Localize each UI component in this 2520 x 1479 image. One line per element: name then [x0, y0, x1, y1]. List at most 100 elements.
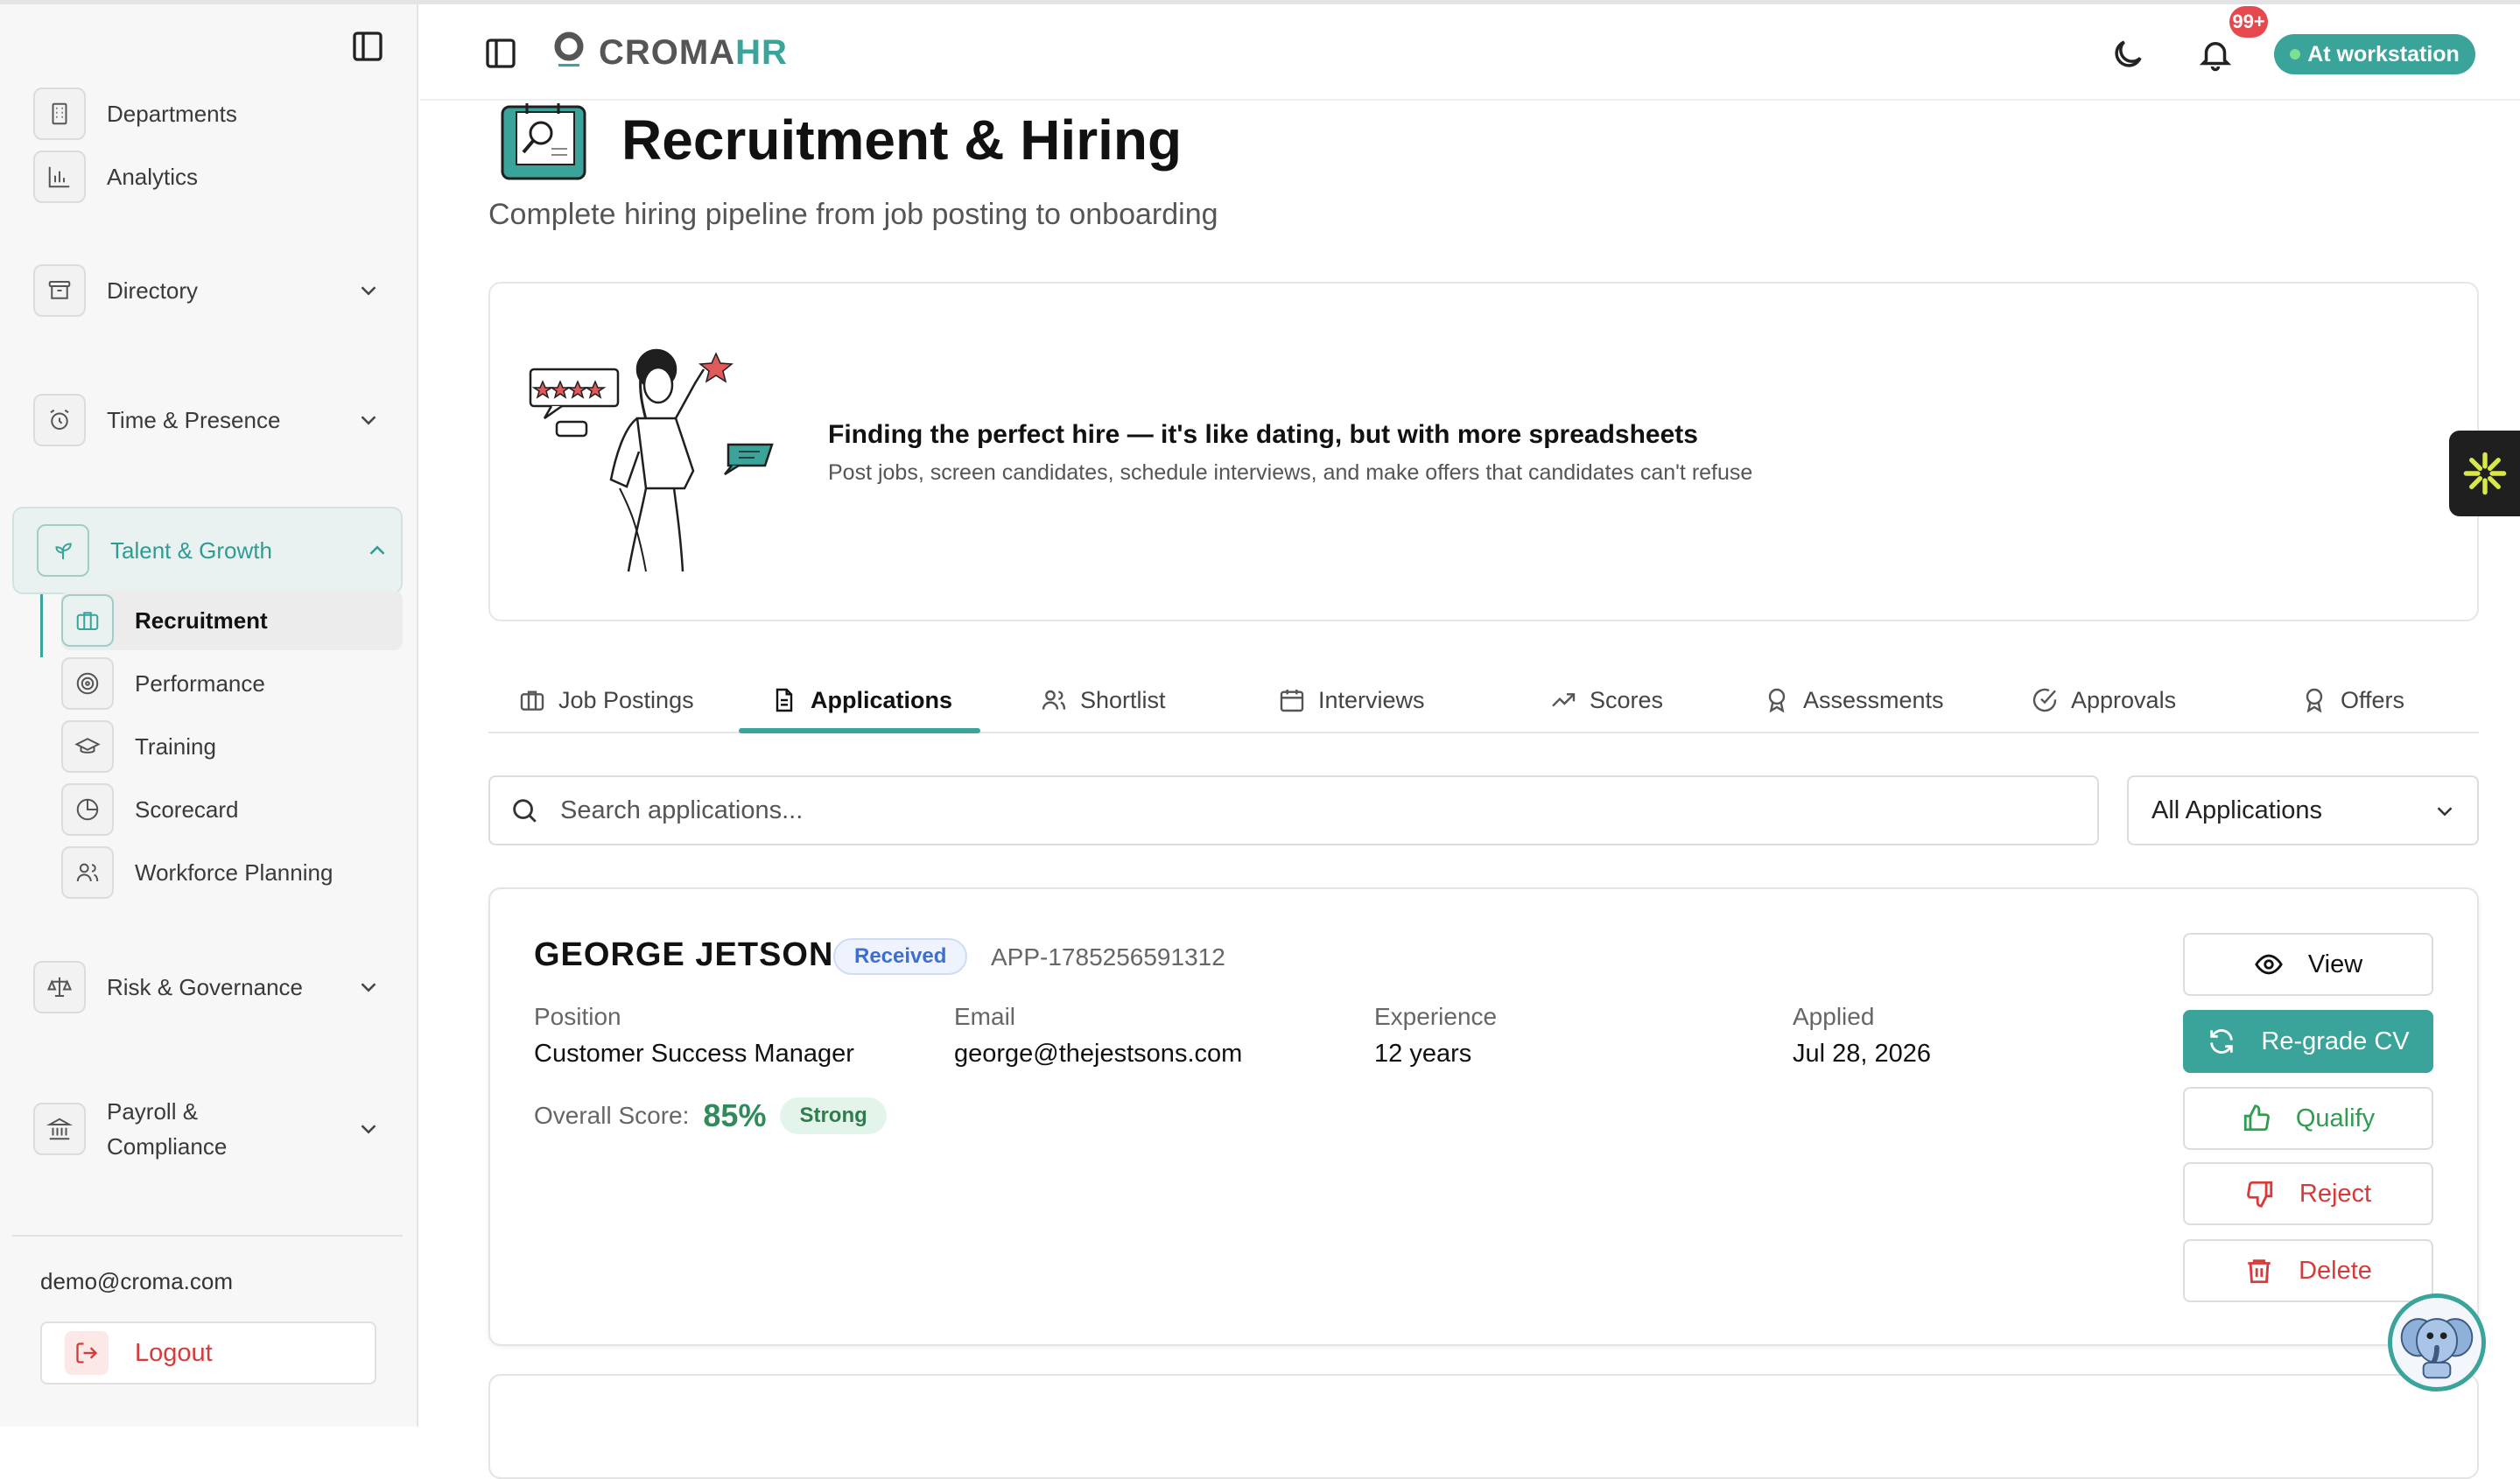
search-input[interactable] — [560, 796, 2048, 825]
trending-up-icon — [1552, 693, 1576, 707]
sidebar-item-label: Analytics — [107, 164, 199, 190]
field-label: Applied — [1793, 1003, 1875, 1030]
application-id: APP-1785256591312 — [991, 943, 1225, 971]
chevron-down-icon — [361, 983, 376, 992]
award-icon — [2306, 688, 2323, 713]
search-icon — [513, 799, 537, 823]
sidebar-item-analytics[interactable]: Analytics — [33, 144, 392, 209]
delete-button[interactable]: Delete — [2183, 1239, 2433, 1302]
sidebar-subitem-training[interactable]: Training — [61, 717, 403, 776]
chevron-down-icon — [2437, 807, 2453, 817]
logo-text: CROMAHR — [599, 32, 788, 72]
sidebar-subitem-scorecard[interactable]: Scorecard — [61, 780, 403, 839]
trash-icon — [2248, 1259, 2271, 1284]
submenu-active-indicator — [40, 594, 43, 657]
status-badge: Received — [833, 938, 968, 975]
field-value: Customer Success Manager — [534, 1040, 854, 1068]
sidebar-subitem-performance[interactable]: Performance — [61, 654, 403, 713]
field-label: Email — [954, 1003, 1016, 1030]
logout-label: Logout — [135, 1338, 213, 1367]
building-icon — [33, 88, 86, 140]
field-position: Position Customer Success Manager — [534, 1003, 854, 1069]
score-badge: Strong — [780, 1097, 887, 1134]
sidebar-item-directory[interactable]: Directory — [33, 258, 392, 323]
tab-applications[interactable]: Applications — [770, 667, 952, 733]
check-circle-icon — [2032, 688, 2057, 712]
logout-icon — [65, 1331, 109, 1375]
sidebar-subitem-label: Workforce Planning — [135, 859, 333, 886]
moon-icon[interactable] — [2109, 36, 2146, 73]
logo-mark-icon — [554, 32, 584, 67]
tab-label: Offers — [2341, 686, 2405, 713]
sidebar-item-risk-governance[interactable]: Risk & Governance — [33, 955, 392, 1020]
briefcase-icon — [61, 594, 114, 647]
hero-title: Finding the perfect hire — it's like dat… — [828, 420, 1698, 449]
elephant-assistant-avatar[interactable] — [2388, 1293, 2486, 1391]
reject-button[interactable]: Reject — [2183, 1162, 2433, 1225]
asterisk-icon — [2463, 452, 2506, 495]
pie-chart-icon — [61, 783, 114, 836]
tab-scores[interactable]: Scores — [1549, 667, 1663, 733]
users-icon — [61, 846, 114, 899]
sidebar-item-label: Directory — [107, 277, 199, 304]
reject-label: Reject — [2299, 1179, 2372, 1208]
field-label: Position — [534, 1003, 621, 1030]
view-button[interactable]: View — [2183, 933, 2433, 996]
bell-icon[interactable] — [2197, 36, 2234, 73]
tab-label: Applications — [811, 686, 953, 713]
tab-approvals[interactable]: Approvals — [2031, 667, 2176, 733]
panel-toggle-icon[interactable] — [483, 36, 518, 71]
field-value: 12 years — [1374, 1040, 1472, 1068]
chevron-down-icon — [361, 286, 376, 296]
sidebar-subitem-recruitment[interactable]: Recruitment — [61, 591, 403, 650]
application-card-next — [488, 1374, 2479, 1479]
sidebar-subitem-workforce-planning[interactable]: Workforce Planning — [61, 843, 403, 902]
thumbs-down-icon — [2247, 1181, 2273, 1208]
tab-label: Interviews — [1318, 686, 1425, 713]
page-subtitle: Complete hiring pipeline from job postin… — [488, 198, 1218, 231]
woman-with-star-illustration — [525, 331, 779, 576]
sidebar-subitem-label: Scorecard — [135, 796, 239, 823]
search-box[interactable] — [488, 775, 2099, 845]
regrade-label: Re-grade CV — [2261, 1027, 2410, 1055]
status-badge[interactable]: At workstation — [2274, 34, 2475, 74]
tab-interviews[interactable]: Interviews — [1278, 667, 1425, 733]
sidebar-item-departments[interactable]: Departments — [33, 81, 392, 146]
sidebar-item-label: Departments — [107, 101, 237, 127]
sidebar: Departments Analytics Directory Time & P… — [0, 4, 418, 1426]
field-experience: Experience 12 years — [1374, 1003, 1497, 1069]
sidebar-item-time-presence[interactable]: Time & Presence — [33, 388, 392, 452]
hero-description: Post jobs, screen candidates, schedule i… — [828, 460, 1753, 485]
tab-offers[interactable]: Offers — [2300, 667, 2404, 733]
logout-button[interactable]: Logout — [40, 1321, 376, 1384]
sidebar-item-talent-growth[interactable]: Talent & Growth — [12, 507, 403, 594]
tab-label: Shortlist — [1080, 686, 1166, 713]
score-value: 85% — [703, 1097, 767, 1133]
sidebar-collapse-icon[interactable] — [350, 29, 385, 64]
app-logo[interactable]: CROMAHR — [551, 31, 788, 74]
top-header: CROMAHR 99+ At workstation — [420, 4, 2520, 101]
application-filter-select[interactable]: All Applications — [2127, 775, 2479, 845]
elephant-icon — [2400, 1318, 2474, 1379]
regrade-cv-button[interactable]: Re-grade CV — [2183, 1010, 2433, 1073]
eye-icon — [2255, 954, 2283, 975]
sidebar-divider — [12, 1235, 403, 1237]
tab-assessments[interactable]: Assessments — [1763, 667, 1944, 733]
asterisk-widget-button[interactable] — [2449, 431, 2520, 516]
tab-shortlist[interactable]: Shortlist — [1040, 667, 1166, 733]
award-icon — [1768, 688, 1786, 713]
file-text-icon — [776, 688, 793, 712]
sprout-icon — [37, 524, 89, 577]
tab-label: Assessments — [1803, 686, 1944, 713]
page-title: Recruitment & Hiring — [621, 109, 1183, 172]
qualify-button[interactable]: Qualify — [2183, 1087, 2433, 1150]
tab-job-postings[interactable]: Job Postings — [518, 667, 694, 733]
field-label: Experience — [1374, 1003, 1498, 1030]
archive-icon — [33, 264, 86, 317]
delete-label: Delete — [2299, 1256, 2372, 1285]
status-dot-icon — [2290, 49, 2301, 60]
sidebar-item-label: Payroll & Compliance — [107, 1098, 228, 1160]
status-label: At workstation — [2307, 41, 2460, 67]
sidebar-item-payroll-compliance[interactable]: Payroll & Compliance — [33, 1090, 392, 1168]
recruitment-page-icon — [497, 100, 590, 182]
